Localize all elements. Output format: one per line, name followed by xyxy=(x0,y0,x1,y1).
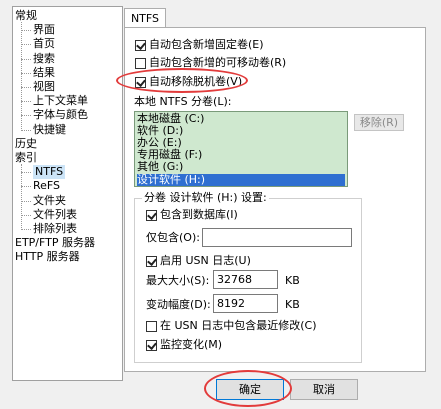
tree-item[interactable]: 快捷键 xyxy=(33,123,66,137)
enable-usn-label[interactable]: 启用 USN 日志(U) xyxy=(160,254,251,268)
tree-item[interactable]: 视图 xyxy=(33,80,55,94)
enable-usn-checkbox[interactable] xyxy=(146,256,157,267)
auto-remove-offline-checkbox[interactable] xyxy=(135,77,146,88)
tree-item[interactable]: 排除列表 xyxy=(33,222,77,236)
cancel-button[interactable]: 取消 xyxy=(290,379,358,400)
volumes-label: 本地 NTFS 分卷(L): xyxy=(134,95,232,108)
tree-item[interactable]: 结果 xyxy=(33,66,55,80)
tree-item[interactable]: 首页 xyxy=(33,37,55,51)
tree-item[interactable]: 上下文菜单 xyxy=(33,94,88,108)
max-size-unit: KB xyxy=(285,274,300,287)
auto-include-fixed-label[interactable]: 自动包含新增固定卷(E) xyxy=(149,38,264,52)
usn-recent-checkbox[interactable] xyxy=(146,321,157,332)
volume-settings-title: 分卷 设计软件 (H:) 设置: xyxy=(142,191,269,205)
tree-item[interactable]: 界面 xyxy=(33,23,55,37)
include-in-db-checkbox[interactable] xyxy=(146,210,157,221)
remove-volume-button[interactable]: 移除(R) xyxy=(354,114,404,131)
tree-connector xyxy=(21,72,31,74)
tree-item[interactable]: 常规 xyxy=(15,9,37,23)
delta-input[interactable]: 8192 xyxy=(213,294,278,313)
tree-connector xyxy=(21,22,22,131)
max-size-input[interactable]: 32768 xyxy=(213,270,278,289)
tree-item[interactable]: 字体与颜色 xyxy=(33,108,88,122)
include-only-label: 仅包含(O): xyxy=(146,231,200,244)
tree-connector xyxy=(21,186,31,188)
tree-connector xyxy=(21,87,31,88)
tree-connector xyxy=(21,214,31,216)
monitor-changes-checkbox[interactable] xyxy=(146,340,157,351)
tree-item[interactable]: HTTP 服务器 xyxy=(15,250,80,264)
volumes-list[interactable]: 本地磁盘 (C:) 软件 (D:) 办公 (E:) 专用磁盘 (F:) 其他 (G:) 设… xyxy=(134,111,348,187)
tree-connector xyxy=(21,115,31,117)
tree-item[interactable]: 文件夹 xyxy=(33,194,66,208)
auto-remove-offline-label[interactable]: 自动移除脱机卷(V) xyxy=(149,75,242,89)
tab-ntfs[interactable]: NTFS xyxy=(124,8,166,28)
usn-recent-label[interactable]: 在 USN 日志中包含最近修改(C) xyxy=(160,319,317,333)
volume-list-item[interactable]: 其他 (G:) xyxy=(137,161,345,173)
tree-connector xyxy=(21,58,31,60)
tree-item[interactable]: 文件列表 xyxy=(33,208,77,222)
tree-connector xyxy=(21,44,31,46)
include-in-db-label[interactable]: 包含到数据库(I) xyxy=(160,208,238,222)
tree-connector xyxy=(21,30,31,32)
tree-connector xyxy=(21,164,22,230)
tree-item[interactable]: 索引 xyxy=(15,151,37,165)
tree-item[interactable]: 历史 xyxy=(15,137,37,151)
tree-item[interactable]: 搜索 xyxy=(33,52,55,66)
auto-include-removable-checkbox[interactable] xyxy=(135,58,146,69)
tree-connector xyxy=(21,129,31,131)
include-only-input[interactable] xyxy=(202,228,352,247)
volume-list-item[interactable]: 设计软件 (H:) xyxy=(137,173,345,186)
auto-include-fixed-checkbox[interactable] xyxy=(135,40,146,51)
tree-item[interactable]: ETP/FTP 服务器 xyxy=(15,236,95,250)
tree-connector xyxy=(21,229,31,230)
tree-item[interactable]: NTFS xyxy=(33,165,66,180)
tree-item[interactable]: ReFS xyxy=(33,179,60,193)
delta-unit: KB xyxy=(285,298,300,311)
max-size-label: 最大大小(S): xyxy=(146,274,210,287)
tree-connector xyxy=(21,200,31,202)
auto-include-removable-label[interactable]: 自动包含新增的可移动卷(R) xyxy=(149,56,286,70)
tree-connector xyxy=(21,172,31,174)
delta-label: 变动幅度(D): xyxy=(146,298,211,311)
ok-button[interactable]: 确定 xyxy=(216,379,284,400)
options-tree[interactable]: 常规 界面 首页 搜索 结果 视图 上下文菜单 字体与颜色 快捷键 历史 索引 NTFS ReFS 文件夹… xyxy=(12,6,123,381)
monitor-changes-label[interactable]: 监控变化(M) xyxy=(160,338,222,352)
tree-connector xyxy=(21,101,31,103)
